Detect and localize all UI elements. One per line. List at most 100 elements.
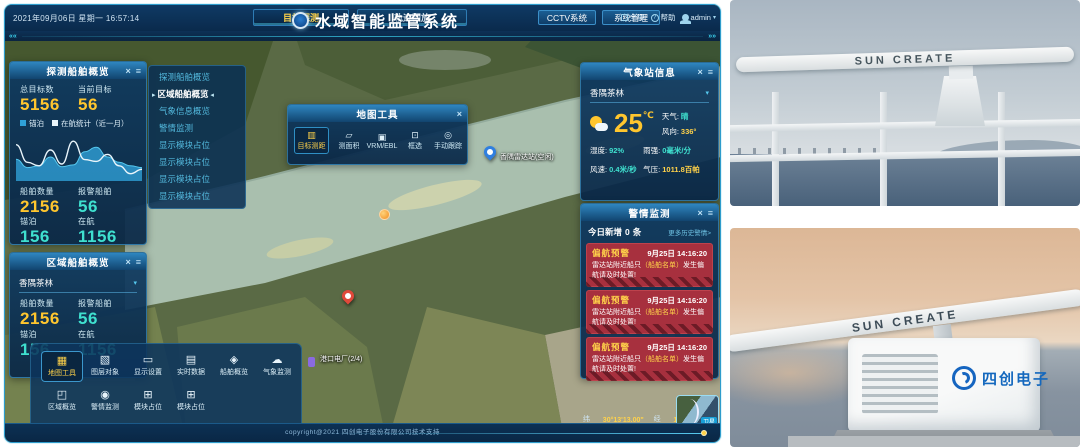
screenshot-root: 香隅雷达站(空闲) 港口电厂(2/4) 2021年09月06日 星期一 16:5… [0, 0, 1080, 447]
menu-item-module-placeholder[interactable]: 显示模块占位 [149, 154, 245, 171]
dock-module-placeholder[interactable]: ⊞模块占位 [127, 386, 169, 415]
panel-title: 警情监测 ×≡ [581, 204, 718, 221]
chart-legend: 锚泊 在航统计（近一月） [10, 115, 146, 130]
menu-item-alert-monitor[interactable]: 警情监测 [149, 120, 245, 137]
chevron-down-icon: ▾ [705, 89, 709, 97]
weather-field: 天气:晴 [662, 111, 697, 122]
stat-value-ship-count: 2156 [20, 197, 78, 217]
stat-value-region-alarms: 56 [78, 309, 136, 329]
radar-cabinet: 四创电子 [848, 338, 1040, 432]
stat-value-total-targets: 5156 [20, 95, 78, 115]
grid-icon: ▦ [57, 355, 67, 367]
alert-card[interactable]: 偏航预警9月25日 14:16:20 雷达站附近船只（船舶名单）发生偏航请及时处… [586, 290, 713, 334]
alarm-icon: ◉ [100, 389, 110, 401]
brand-text: SUN CREATE [854, 52, 955, 67]
buoy-marker[interactable] [379, 209, 390, 220]
menu-icon[interactable]: ≡ [136, 257, 142, 267]
menu-item-module-placeholder[interactable]: 显示模块占位 [149, 188, 245, 205]
cctv-system-button[interactable]: CCTV系统 [538, 10, 596, 25]
weather-field: 风速:0.4米/秒 [590, 164, 643, 175]
close-icon[interactable]: × [697, 208, 703, 218]
dock-layer-objects[interactable]: ▧图层对象 [84, 351, 126, 382]
suncreate-logo-icon [952, 366, 976, 390]
railing-post [998, 92, 1005, 206]
fullscreen-icon [621, 14, 628, 21]
stat-value-region-ships: 2156 [20, 309, 78, 329]
railing-post [880, 92, 887, 206]
menu-icon[interactable]: ≡ [708, 208, 714, 218]
tool-target-ranging[interactable]: ▥目标测距 [294, 127, 329, 154]
weather-field: 气压:1011.8百帕 [643, 164, 709, 175]
close-icon[interactable]: × [697, 67, 703, 77]
dock-module-placeholder[interactable]: ⊞模块占位 [170, 386, 212, 415]
panel-title: 地图工具 × [288, 105, 467, 122]
dock-alert-monitor[interactable]: ◉警情监测 [84, 386, 126, 415]
app-title: 水域智能监管系统 [315, 8, 459, 32]
stat-label: 当前目标 [78, 84, 136, 95]
menu-item-weather-overview[interactable]: 气象信息概览 [149, 103, 245, 120]
tool-manual-track[interactable]: ◎手动跟踪 [435, 130, 461, 151]
dock-ship-overview[interactable]: ◈船舶概览 [213, 351, 255, 382]
layers-icon: ▧ [100, 354, 110, 366]
close-icon[interactable]: × [457, 109, 463, 119]
app-logo-icon [292, 12, 309, 29]
menu-item-region-overview[interactable]: 区域船舶概览 [149, 86, 245, 103]
panel-select-menu: 探测船舶概览 区域船舶概览 气象信息概览 警情监测 显示模块占位 显示模块占位 … [148, 65, 246, 209]
help-button[interactable]: ?帮助 [651, 12, 676, 23]
temperature-value: 25 [614, 108, 643, 138]
menu-icon[interactable]: ≡ [136, 66, 142, 76]
slider-knob[interactable] [701, 430, 707, 436]
dock-toolbar: ▦地图工具 ▧图层对象 ▭显示设置 ▤实时数据 ◈船舶概览 ☁气象监测 ◰区域概… [30, 343, 302, 430]
stat-value-current-targets: 56 [78, 95, 136, 115]
cloud-icon: ☁ [272, 354, 283, 366]
concrete-slab [788, 436, 1080, 447]
ruler-icon: ▥ [307, 130, 316, 140]
radar-antenna-bar: SUN CREATE [736, 47, 1074, 73]
radar-mount [949, 66, 973, 80]
dock-map-tools[interactable]: ▦地图工具 [41, 351, 83, 382]
close-icon[interactable]: × [125, 257, 131, 267]
ship-icon: ◈ [230, 354, 238, 366]
tool-vrm-ebl[interactable]: ▣VRM/EBL [369, 132, 395, 150]
close-icon[interactable]: × [125, 66, 131, 76]
ship-trend-chart [16, 131, 142, 181]
map-region-icon: ◰ [57, 389, 67, 401]
menu-item-module-placeholder[interactable]: 显示模块占位 [149, 137, 245, 154]
weather-station-select[interactable]: 香隅茶林▾ [590, 87, 709, 103]
user-menu[interactable]: admin▾ [682, 13, 716, 22]
timeline-slider[interactable] [317, 433, 702, 434]
weather-field: 雨强:0毫米/分 [643, 145, 709, 156]
dashboard-window: 香隅雷达站(空闲) 港口电厂(2/4) 2021年09月06日 星期一 16:5… [4, 4, 721, 443]
radar-station-label: 香隅雷达站(空闲) [500, 152, 554, 162]
dock-display-settings[interactable]: ▭显示设置 [127, 351, 169, 382]
panel-title: 气象站信息 ×≡ [581, 63, 718, 80]
fullscreen-button[interactable]: 全屏 [621, 12, 645, 23]
more-history-link[interactable]: 更多历史警情> [668, 227, 711, 237]
area-icon: ▱ [346, 130, 353, 140]
header-decor-strip: «« »» [5, 31, 720, 41]
tool-measure-area[interactable]: ▱测面积 [336, 130, 362, 151]
dock-region-overview[interactable]: ◰区域概览 [41, 386, 83, 415]
plant-flag-marker[interactable] [308, 357, 315, 367]
alert-card[interactable]: 偏航预警9月25日 14:16:20 雷达站附近船只（船舶名单）发生偏航请及时处… [586, 243, 713, 287]
monitor-icon: ▭ [143, 354, 153, 366]
sea [730, 154, 1080, 206]
menu-item-module-placeholder[interactable]: 显示模块占位 [149, 171, 245, 188]
user-avatar-icon [682, 14, 689, 21]
chevron-down-icon: ▾ [133, 279, 137, 287]
region-station-select[interactable]: 香隅茶林▾ [19, 277, 137, 293]
menu-icon[interactable]: ≡ [708, 67, 714, 77]
panel-alert-monitor: 警情监测 ×≡ 今日新增 0 条 更多历史警情> 偏航预警9月25日 14:16… [580, 203, 719, 379]
panel-title: 区域船舶概览 ×≡ [10, 253, 146, 270]
stat-label: 总目标数 [20, 84, 78, 95]
power-plant-label: 港口电厂(2/4) [320, 354, 362, 364]
radar-photo-bottom: SUN CREATE 四创电子 [730, 228, 1080, 447]
menu-item-detect-overview[interactable]: 探测船舶概览 [149, 69, 245, 86]
tool-box-select[interactable]: ⊡框选 [402, 130, 428, 151]
dock-realtime-data[interactable]: ▤实时数据 [170, 351, 212, 382]
strip-right-arrows: »» [708, 33, 716, 40]
stat-value-sailing: 1156 [78, 227, 136, 247]
alert-card[interactable]: 偏航预警9月25日 14:16:20 雷达站附近船只（船舶名单）发生偏航请及时处… [586, 337, 713, 381]
temperature-unit: ℃ [643, 110, 654, 120]
dock-weather-monitor[interactable]: ☁气象监测 [256, 351, 298, 382]
